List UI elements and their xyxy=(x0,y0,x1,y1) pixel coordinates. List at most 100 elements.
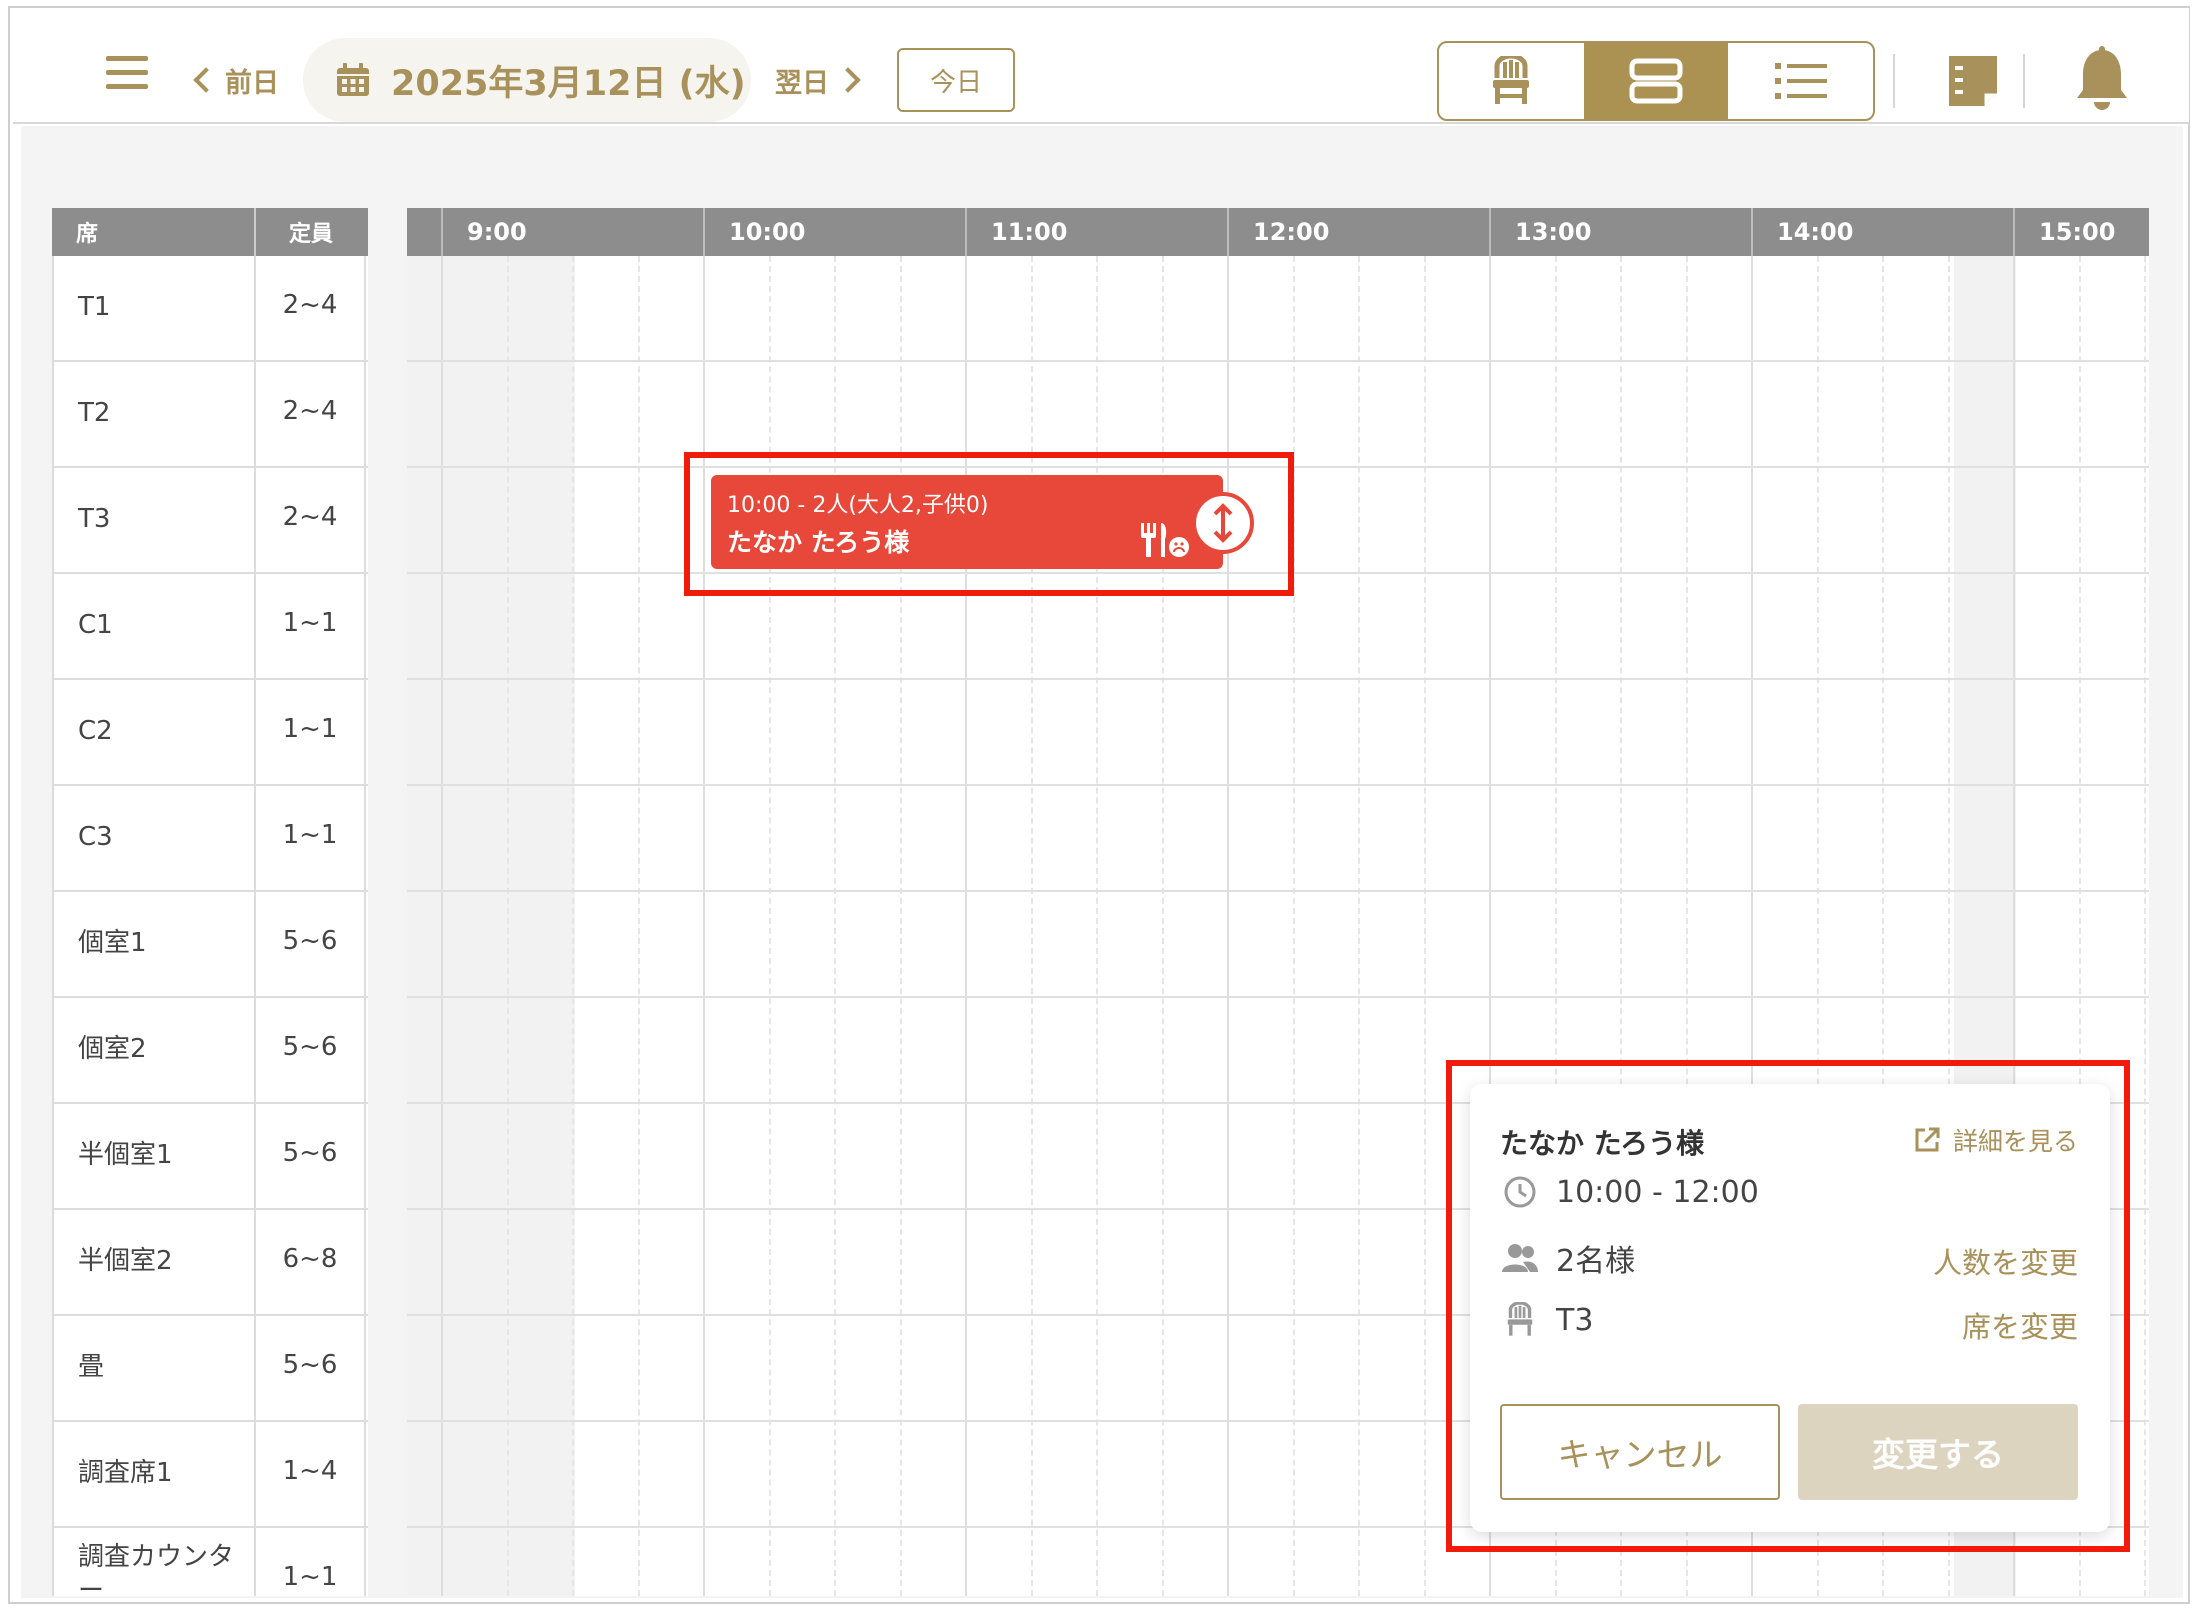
seat-name: C2 xyxy=(54,680,256,784)
seat-name: T1 xyxy=(54,256,256,360)
quarter-gridline xyxy=(2144,256,2146,1596)
seat-table-header: 席 定員 xyxy=(52,208,368,256)
today-button[interactable]: 今日 xyxy=(897,48,1015,112)
quarter-gridline xyxy=(1031,256,1033,1596)
reservation-block[interactable]: 10:00 - 2人(大人2,子供0) たなか たろう様 xyxy=(711,475,1223,569)
seat-row[interactable]: 個室1 5~6 xyxy=(52,892,368,998)
seat-row[interactable]: 個室2 5~6 xyxy=(52,998,368,1104)
seat-row[interactable]: 半個室1 5~6 xyxy=(52,1104,368,1210)
quarter-gridline xyxy=(1096,256,1098,1596)
timeline-icon xyxy=(1629,58,1683,104)
seat-row[interactable]: T1 2~4 xyxy=(52,256,368,362)
seat-row[interactable]: T3 2~4 xyxy=(52,468,368,574)
row-gridline xyxy=(407,784,2149,786)
memo-icon[interactable] xyxy=(1945,52,2001,110)
hour-label: 15:00 xyxy=(2013,208,2149,256)
quarter-gridline xyxy=(834,256,836,1596)
reservation-guest: たなか たろう様 xyxy=(727,528,910,557)
hour-gridline xyxy=(1227,256,1229,1596)
seat-capacity: 2~4 xyxy=(256,468,366,572)
popup-seat-row: T3 xyxy=(1500,1300,1593,1340)
external-link-icon xyxy=(1915,1127,1940,1152)
hamburger-icon[interactable] xyxy=(106,56,148,90)
quarter-gridline xyxy=(572,256,574,1596)
seat-row[interactable]: C2 1~1 xyxy=(52,680,368,786)
seat-name: 畳 xyxy=(54,1316,256,1420)
view-details-link[interactable]: 詳細を見る xyxy=(1913,1122,2078,1158)
hour-gridline xyxy=(441,256,443,1596)
hour-label: 9:00 xyxy=(441,208,703,256)
seat-row[interactable]: C3 1~1 xyxy=(52,786,368,892)
timeline-view-button[interactable] xyxy=(1583,43,1729,119)
seat-name: 個室1 xyxy=(54,892,256,996)
hour-label: 12:00 xyxy=(1227,208,1489,256)
seat-name: 半個室2 xyxy=(54,1210,256,1314)
seat-capacity: 5~6 xyxy=(256,998,366,1102)
change-seat-link[interactable]: 席を変更 xyxy=(1962,1304,2078,1346)
seat-capacity: 2~4 xyxy=(256,362,366,466)
chevron-left-icon xyxy=(193,67,219,93)
change-people-link[interactable]: 人数を変更 xyxy=(1933,1240,2078,1282)
quarter-gridline xyxy=(507,256,509,1596)
seat-capacity: 1~1 xyxy=(256,1528,366,1596)
submit-change-button[interactable]: 変更する xyxy=(1798,1404,2078,1500)
seat-row[interactable]: 調査席1 1~4 xyxy=(52,1422,368,1528)
seat-name: 調査席1 xyxy=(54,1422,256,1526)
resize-handle[interactable] xyxy=(1192,492,1254,554)
timeline-header: 9:00 10:00 11:00 12:00 13:00 14:00 15:00 xyxy=(407,208,2149,256)
reservation-summary: 10:00 - 2人(大人2,子供0) xyxy=(727,493,989,518)
next-day-label: 翌日 xyxy=(775,67,829,99)
list-icon xyxy=(1774,63,1827,99)
seat-capacity: 6~8 xyxy=(256,1210,366,1314)
seat-capacity: 1~1 xyxy=(256,680,366,784)
seat-capacity: 1~4 xyxy=(256,1422,366,1526)
seat-row[interactable]: 半個室2 6~8 xyxy=(52,1210,368,1316)
seat-name: 半個室1 xyxy=(54,1104,256,1208)
course-meal-icon xyxy=(1141,523,1189,557)
seat-name: C1 xyxy=(54,574,256,678)
seat-capacity: 2~4 xyxy=(256,256,366,360)
quarter-gridline xyxy=(638,256,640,1596)
prev-day-button[interactable]: 前日 xyxy=(191,60,279,100)
seat-name: T2 xyxy=(54,362,256,466)
seat-capacity: 5~6 xyxy=(256,1104,366,1208)
seat-name: T3 xyxy=(54,468,256,572)
seat-view-button[interactable] xyxy=(1439,43,1584,119)
reservation-edit-popup: たなか たろう様 詳細を見る 10:00 - 12:00 2名様 人数を変更 T… xyxy=(1470,1084,2110,1532)
cancel-button[interactable]: キャンセル xyxy=(1500,1404,1780,1500)
popup-people: 2名様 xyxy=(1556,1244,1636,1279)
vertical-arrows-icon xyxy=(1213,503,1233,543)
row-gridline xyxy=(407,360,2149,362)
seat-row[interactable]: 畳 5~6 xyxy=(52,1316,368,1422)
seat-row[interactable]: T2 2~4 xyxy=(52,362,368,468)
seat-row[interactable]: C1 1~1 xyxy=(52,574,368,680)
row-gridline xyxy=(407,572,2149,574)
list-view-button[interactable] xyxy=(1728,43,1873,119)
seat-capacity: 1~1 xyxy=(256,786,366,890)
people-icon xyxy=(1500,1238,1540,1278)
row-gridline xyxy=(407,678,2149,680)
seat-name: C3 xyxy=(54,786,256,890)
prev-day-label: 前日 xyxy=(225,67,279,99)
seat-capacity: 5~6 xyxy=(256,892,366,996)
date-picker[interactable]: 2025年3月12日 (水) xyxy=(303,38,751,122)
seat-name: 個室2 xyxy=(54,998,256,1102)
next-day-button[interactable]: 翌日 xyxy=(775,60,861,100)
hour-label: 13:00 xyxy=(1489,208,1751,256)
seat-row[interactable]: 調査カウンター 1~1 xyxy=(52,1528,368,1596)
row-gridline xyxy=(407,996,2149,998)
bell-icon[interactable] xyxy=(2073,46,2131,114)
quarter-gridline xyxy=(1162,256,1164,1596)
seat-capacity: 1~1 xyxy=(256,574,366,678)
closed-period-shade xyxy=(407,256,575,1596)
row-gridline xyxy=(407,466,2149,468)
hour-gridline xyxy=(965,256,967,1596)
hour-gridline xyxy=(703,256,705,1596)
quarter-gridline xyxy=(1293,256,1295,1596)
seat-table: 席 定員 T1 2~4 T2 2~4 T3 2~4 C1 1~1 C2 1~1 C3 1~1 個室1 5~… xyxy=(52,208,368,1596)
quarter-gridline xyxy=(900,256,902,1596)
header-divider xyxy=(2023,54,2025,108)
view-details-label: 詳細を見る xyxy=(1952,1127,2078,1156)
popup-people-row: 2名様 xyxy=(1500,1236,1635,1280)
quarter-gridline xyxy=(1358,256,1360,1596)
